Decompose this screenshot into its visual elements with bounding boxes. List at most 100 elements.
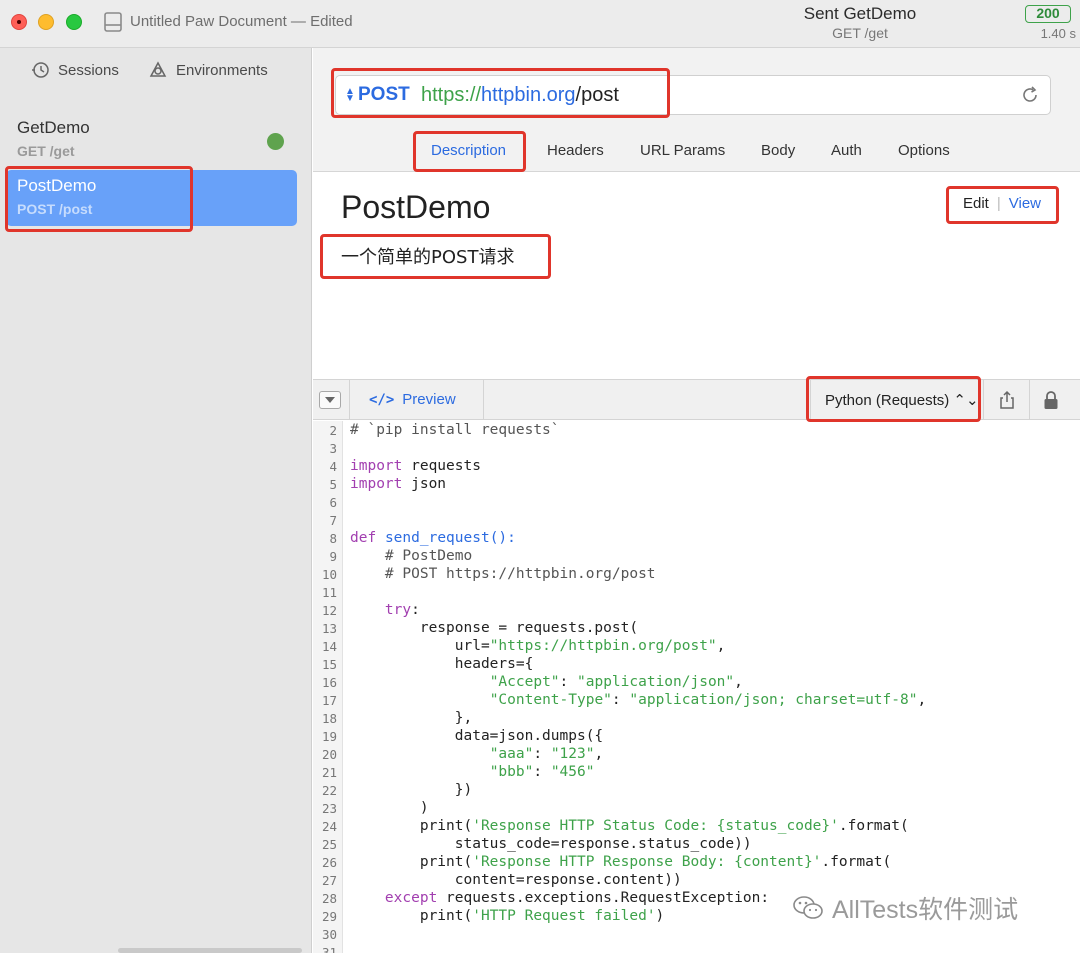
title-bar: Untitled Paw Document — Edited Sent GetD… bbox=[0, 0, 1080, 48]
code-text: def send_request(): bbox=[350, 530, 516, 546]
last-request-name: Sent GetDemo bbox=[803, 4, 917, 23]
line-number: 18 bbox=[321, 711, 337, 726]
code-text: ) bbox=[350, 800, 429, 816]
code-line: 8 def send_request(): bbox=[313, 530, 1080, 548]
toolbar-divider bbox=[983, 380, 984, 420]
line-number: 19 bbox=[321, 729, 337, 744]
sidebar-tab-environments[interactable]: Environments bbox=[148, 60, 268, 80]
code-line: 31 bbox=[313, 944, 1080, 953]
code-text: # PostDemo bbox=[350, 548, 473, 564]
minimize-window-button[interactable] bbox=[38, 14, 54, 30]
zoom-window-button[interactable] bbox=[66, 14, 82, 30]
status-code-badge[interactable]: 200 bbox=[1025, 5, 1071, 23]
code-line: 30 bbox=[313, 926, 1080, 944]
sidebar-scrollbar[interactable] bbox=[118, 948, 302, 953]
code-text: try: bbox=[384, 602, 420, 618]
last-request-path: GET /get bbox=[832, 25, 888, 41]
main-panel: ▲ ▼ POST https://httpbin.org/post Descrip… bbox=[313, 48, 1080, 953]
code-line: 3 bbox=[313, 440, 1080, 458]
line-number: 10 bbox=[321, 567, 337, 582]
code-line: 5 import json bbox=[313, 476, 1080, 494]
highlight-postdemo-item bbox=[5, 166, 193, 232]
window-title: Untitled Paw Document — Edited bbox=[130, 13, 353, 30]
line-number: 11 bbox=[321, 585, 337, 600]
line-number: 6 bbox=[329, 495, 337, 510]
request-item-getdemo[interactable]: GetDemo GET /get bbox=[6, 112, 297, 168]
code-text: import requests bbox=[350, 458, 481, 474]
sidebar-tab-label: Environments bbox=[176, 61, 268, 79]
toolbar-divider bbox=[483, 380, 484, 420]
code-text: print('Response HTTP Status Code: {statu… bbox=[350, 818, 909, 834]
code-line: 15 headers={ bbox=[313, 656, 1080, 674]
lock-icon[interactable] bbox=[1042, 390, 1060, 410]
code-line: 9 # PostDemo bbox=[313, 548, 1080, 566]
line-number: 29 bbox=[321, 909, 337, 924]
line-number: 30 bbox=[321, 927, 337, 942]
line-number: 27 bbox=[321, 873, 337, 888]
code-text: import json bbox=[350, 476, 447, 492]
share-icon[interactable] bbox=[998, 390, 1016, 410]
code-line: 2 # `pip install requests` bbox=[313, 422, 1080, 440]
code-text: }) bbox=[350, 782, 473, 798]
code-text: data=json.dumps({ bbox=[350, 728, 604, 744]
close-window-button[interactable] bbox=[11, 14, 27, 30]
code-text: "Content-Type": "application/json; chars… bbox=[489, 692, 927, 708]
code-line: 14 url="https://httpbin.org/post", bbox=[313, 638, 1080, 656]
line-number: 31 bbox=[321, 945, 337, 953]
code-line: 27 content=response.content)) bbox=[313, 872, 1080, 890]
code-line: 6 bbox=[313, 494, 1080, 512]
toolbar-divider bbox=[349, 380, 350, 420]
code-text: }, bbox=[350, 710, 473, 726]
code-text: url="https://httpbin.org/post", bbox=[350, 638, 726, 654]
sidebar-tab-label: Sessions bbox=[58, 61, 119, 79]
tab-url-params[interactable]: URL Params bbox=[640, 142, 725, 159]
line-number: 13 bbox=[321, 621, 337, 636]
tab-headers[interactable]: Headers bbox=[547, 142, 604, 159]
code-line: 7 bbox=[313, 512, 1080, 530]
highlight-description-text bbox=[320, 234, 551, 279]
code-text: status_code=response.status_code)) bbox=[350, 836, 752, 852]
line-number: 3 bbox=[329, 441, 337, 456]
line-number: 9 bbox=[329, 549, 337, 564]
tab-options[interactable]: Options bbox=[898, 142, 950, 159]
code-text: "Accept": "application/json", bbox=[489, 674, 743, 690]
code-line: 19 data=json.dumps({ bbox=[313, 728, 1080, 746]
request-status-dot bbox=[267, 133, 284, 150]
code-line: 10 # POST https://httpbin.org/post bbox=[313, 566, 1080, 584]
line-number: 15 bbox=[321, 657, 337, 672]
code-text: "aaa": "123", bbox=[489, 746, 604, 762]
tab-body[interactable]: Body bbox=[761, 142, 795, 159]
toolbar-divider bbox=[1029, 380, 1030, 420]
collapse-panel-button[interactable] bbox=[319, 391, 341, 409]
code-line: 23 ) bbox=[313, 800, 1080, 818]
code-line: 25 status_code=response.status_code)) bbox=[313, 836, 1080, 854]
code-line: 16 "Accept": "application/json", bbox=[313, 674, 1080, 692]
code-line: 12 try: bbox=[313, 602, 1080, 620]
preview-tab[interactable]: </> Preview bbox=[369, 391, 456, 408]
code-line: 18 }, bbox=[313, 710, 1080, 728]
code-line: 20 "aaa": "123", bbox=[313, 746, 1080, 764]
line-number: 22 bbox=[321, 783, 337, 798]
line-number: 5 bbox=[329, 477, 337, 492]
tab-auth[interactable]: Auth bbox=[831, 142, 862, 159]
sidebar-tab-sessions[interactable]: Sessions bbox=[30, 60, 119, 80]
line-number: 23 bbox=[321, 801, 337, 816]
code-text: response = requests.post( bbox=[350, 620, 639, 636]
reload-icon[interactable] bbox=[1020, 85, 1040, 105]
line-number: 16 bbox=[321, 675, 337, 690]
response-time: 1.40 s bbox=[1040, 26, 1076, 41]
line-number: 24 bbox=[321, 819, 337, 834]
code-line: 11 bbox=[313, 584, 1080, 602]
code-text: # `pip install requests` bbox=[350, 422, 560, 438]
code-line: 13 response = requests.post( bbox=[313, 620, 1080, 638]
code-line: 22 }) bbox=[313, 782, 1080, 800]
line-number: 12 bbox=[321, 603, 337, 618]
code-view[interactable]: 2 # `pip install requests` 3 4 import reques… bbox=[313, 421, 1080, 953]
code-text: "bbb": "456" bbox=[489, 764, 595, 780]
watermark: AllTests软件测试 bbox=[792, 890, 1018, 926]
line-number: 7 bbox=[329, 513, 337, 528]
code-text: print('Response HTTP Response Body: {con… bbox=[350, 854, 892, 870]
line-number: 20 bbox=[321, 747, 337, 762]
environments-icon bbox=[149, 61, 167, 77]
code-text: except requests.exceptions.RequestExcept… bbox=[384, 890, 770, 906]
